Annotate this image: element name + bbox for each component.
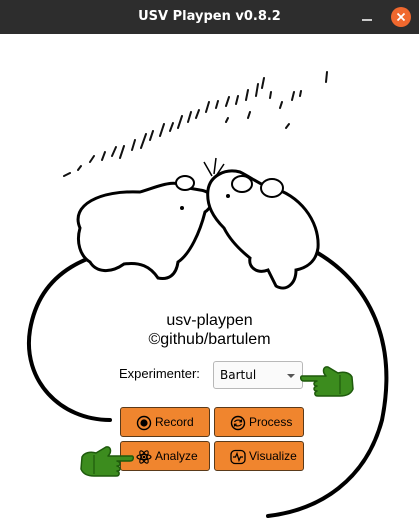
experimenter-selected-value: Bartul bbox=[220, 368, 257, 382]
window-title: USV Playpen v0.8.2 bbox=[138, 9, 281, 24]
app-name: usv-playpen bbox=[166, 312, 253, 329]
left-mouse bbox=[76, 181, 214, 280]
dropdown-arrow-icon bbox=[287, 374, 295, 378]
close-button[interactable] bbox=[391, 7, 411, 27]
waveform-icon bbox=[230, 449, 246, 465]
app-credit: ©github/bartulem bbox=[148, 331, 271, 348]
vocalization-strokes bbox=[63, 71, 328, 177]
pointing-hand-right-icon bbox=[80, 446, 134, 477]
process-button[interactable]: Process bbox=[214, 407, 304, 437]
analyze-label: Analyze bbox=[155, 449, 198, 463]
minimize-icon[interactable] bbox=[358, 8, 376, 26]
record-icon bbox=[136, 415, 152, 431]
atom-icon bbox=[136, 450, 152, 464]
record-button[interactable]: Record bbox=[120, 407, 210, 437]
process-icon bbox=[230, 415, 246, 431]
experimenter-label: Experimenter: bbox=[119, 366, 200, 381]
pointing-hand-left-icon bbox=[300, 366, 354, 397]
visualize-label: Visualize bbox=[249, 449, 297, 463]
visualize-button[interactable]: Visualize bbox=[214, 441, 304, 471]
experimenter-select[interactable]: Bartul bbox=[213, 361, 303, 389]
close-icon bbox=[396, 12, 406, 22]
title-bar: USV Playpen v0.8.2 bbox=[0, 0, 419, 34]
process-label: Process bbox=[249, 415, 293, 429]
record-label: Record bbox=[155, 415, 194, 429]
